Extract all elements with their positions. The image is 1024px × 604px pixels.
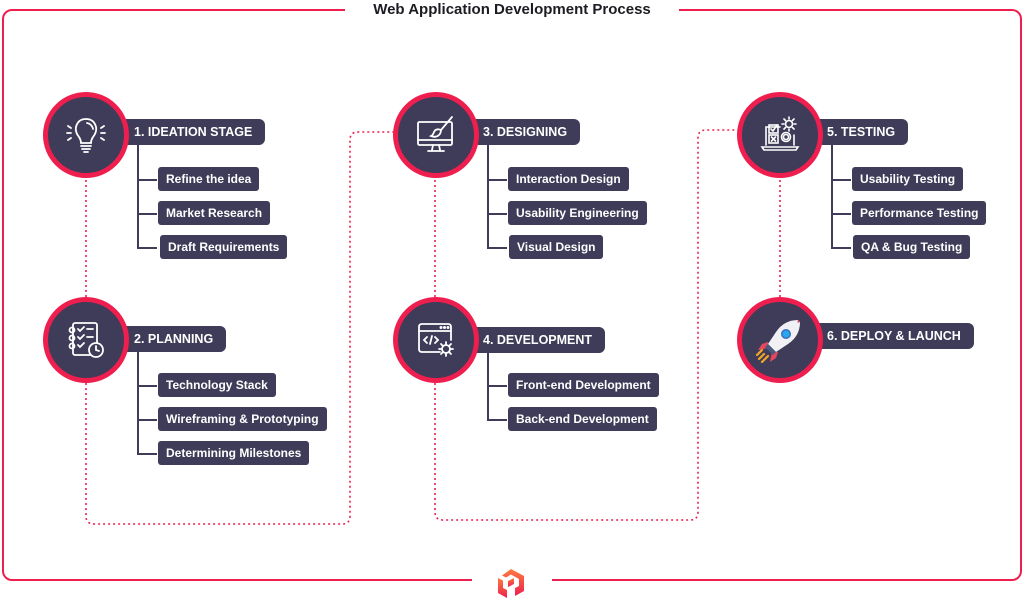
substep-item: Usability Engineering — [508, 201, 647, 225]
stage-4-label: 4. DEVELOPMENT — [473, 327, 606, 353]
stage-1-label: 1. IDEATION STAGE — [124, 119, 266, 145]
substep-item: Market Research — [158, 201, 271, 225]
branch — [137, 453, 157, 455]
stage-5-label: 5. TESTING — [817, 119, 909, 145]
substep-item: Front-end Development — [508, 373, 659, 397]
branch — [487, 385, 507, 387]
substep-item: Draft Requirements — [160, 235, 288, 259]
monitor-brush-icon — [417, 116, 453, 152]
stage-3-tree — [487, 145, 489, 248]
substep-item: Performance Testing — [852, 201, 987, 225]
stage-1-circle — [43, 92, 129, 178]
branch — [487, 179, 507, 181]
stage-2-circle — [43, 297, 129, 383]
stage-3-label: 3. DESIGNING — [473, 119, 581, 145]
stage-2-tree — [137, 352, 139, 454]
branch — [487, 419, 507, 421]
branch — [137, 179, 157, 181]
substep-item: QA & Bug Testing — [853, 235, 971, 259]
branch — [487, 213, 507, 215]
stage-6-label: 6. DEPLOY & LAUNCH — [817, 323, 974, 349]
code-window-gear-icon — [418, 323, 454, 357]
branch — [831, 179, 851, 181]
substep-item: Usability Testing — [852, 167, 964, 191]
substep-item: Back-end Development — [508, 407, 657, 431]
stage-4-circle — [393, 297, 479, 383]
test-laptop-gears-icon — [760, 116, 800, 151]
branch — [137, 247, 157, 249]
rocket-icon — [755, 320, 800, 364]
substep-item: Refine the idea — [158, 167, 260, 191]
substep-item: Determining Milestones — [158, 441, 310, 465]
branch — [831, 247, 851, 249]
stage-1-tree — [137, 145, 139, 248]
substep-item: Interaction Design — [508, 167, 629, 191]
connector-lines — [85, 129, 781, 525]
lightbulb-icon — [66, 118, 106, 153]
checklist-clock-icon — [68, 322, 104, 358]
branch — [831, 213, 851, 215]
stage-3-circle — [393, 92, 479, 178]
branch — [137, 213, 157, 215]
stage-6-circle — [737, 297, 823, 383]
branch — [137, 385, 157, 387]
branch — [137, 419, 157, 421]
stage-2-label: 2. PLANNING — [124, 326, 227, 352]
stage-5-circle — [737, 92, 823, 178]
substep-item: Technology Stack — [158, 373, 276, 397]
stage-5-tree — [831, 145, 833, 248]
branch — [487, 247, 507, 249]
substep-item: Visual Design — [509, 235, 604, 259]
substep-item: Wireframing & Prototyping — [158, 407, 327, 431]
